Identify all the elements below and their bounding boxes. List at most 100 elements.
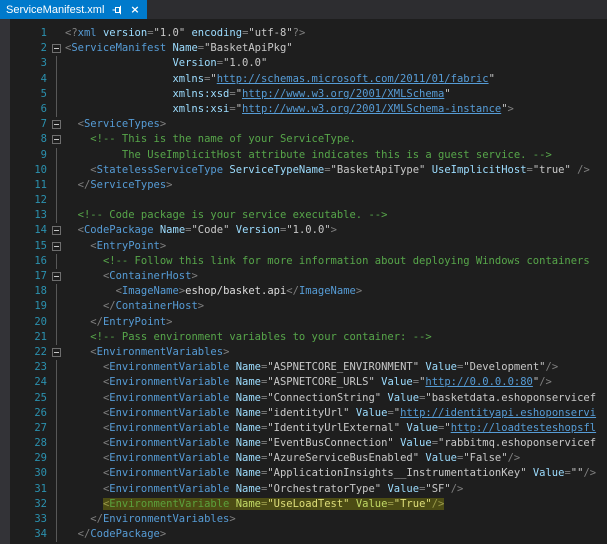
code-line[interactable]: 24 <EnvironmentVariable Name="ASPNETCORE… — [0, 375, 607, 390]
code-line[interactable]: 6 xmlns:xsi="http://www.w3.org/2001/XMLS… — [0, 102, 607, 117]
code-token: ImageName — [299, 285, 356, 297]
line-number: 18 — [0, 284, 47, 299]
fold-collapse-icon[interactable] — [52, 348, 61, 357]
line-number: 26 — [0, 406, 47, 421]
line-number: 17 — [0, 269, 47, 284]
code-token: > — [508, 103, 514, 115]
code-token: ContainerHost — [116, 300, 198, 312]
code-line[interactable]: 4 xmlns="http://schemas.microsoft.com/20… — [0, 72, 607, 87]
code-line[interactable]: 30 <EnvironmentVariable Name="Applicatio… — [0, 466, 607, 481]
code-token: "OrchestratorType" — [267, 483, 381, 495]
outlining-margin — [47, 117, 65, 132]
fold-collapse-icon[interactable] — [52, 272, 61, 281]
code-line[interactable]: 28 <EnvironmentVariable Name="EventBusCo… — [0, 436, 607, 451]
code-line[interactable]: 20 </EntryPoint> — [0, 315, 607, 330]
code-line[interactable]: 33 </EnvironmentVariables> — [0, 512, 607, 527]
code-text: <?xml version="1.0" encoding="utf-8"?> — [65, 26, 607, 41]
code-token: EnvironmentVariable — [109, 483, 229, 495]
fold-collapse-icon[interactable] — [52, 226, 61, 235]
code-token: "rabbitmq.eshoponservicef — [438, 437, 596, 449]
tab-servicemanifest[interactable]: ServiceManifest.xml × — [0, 0, 147, 19]
code-line[interactable]: 17 <ContainerHost> — [0, 269, 607, 284]
fold-guide-line — [56, 421, 57, 436]
line-number: 15 — [0, 239, 47, 254]
code-line[interactable]: 27 <EnvironmentVariable Name="IdentityUr… — [0, 421, 607, 436]
code-line[interactable]: 12 — [0, 193, 607, 208]
code-token: " — [444, 88, 450, 100]
fold-collapse-icon[interactable] — [52, 135, 61, 144]
line-number: 34 — [0, 527, 47, 542]
outlining-margin — [47, 163, 65, 178]
code-line[interactable]: 22 <EnvironmentVariables> — [0, 345, 607, 360]
code-editor[interactable]: 1<?xml version="1.0" encoding="utf-8"?>2… — [0, 19, 607, 544]
code-line[interactable]: 23 <EnvironmentVariable Name="ASPNETCORE… — [0, 360, 607, 375]
code-line[interactable]: 11 </ServiceTypes> — [0, 178, 607, 193]
code-line[interactable]: 7 <ServiceTypes> — [0, 117, 607, 132]
fold-guide-line — [56, 102, 57, 117]
code-token — [65, 316, 90, 328]
code-line[interactable]: 8 <!-- This is the name of your ServiceT… — [0, 132, 607, 147]
outlining-margin — [47, 87, 65, 102]
code-area[interactable]: 1<?xml version="1.0" encoding="utf-8"?>2… — [0, 19, 607, 542]
code-token — [65, 513, 90, 525]
outlining-margin — [47, 56, 65, 71]
code-line[interactable]: 3 Version="1.0.0" — [0, 56, 607, 71]
code-line[interactable]: 13 <!-- Code package is your service exe… — [0, 208, 607, 223]
code-line[interactable]: 18 <ImageName>eshop/basket.api</ImageNam… — [0, 284, 607, 299]
code-line[interactable]: 26 <EnvironmentVariable Name="identityUr… — [0, 406, 607, 421]
code-line[interactable]: 1<?xml version="1.0" encoding="utf-8"?> — [0, 26, 607, 41]
code-token: Value — [406, 422, 438, 434]
code-token: /> — [577, 164, 590, 176]
code-token: Name — [236, 498, 261, 510]
code-token — [65, 452, 103, 464]
code-line[interactable]: 34 </CodePackage> — [0, 527, 607, 542]
code-token: http://www.w3.org/2001/XMLSchema-instanc… — [242, 103, 501, 115]
outlining-margin — [47, 375, 65, 390]
code-token: Value — [425, 361, 457, 373]
code-token: </ — [90, 513, 103, 525]
pin-icon[interactable] — [112, 5, 122, 15]
code-token: http://www.w3.org/2001/XMLSchema — [242, 88, 444, 100]
code-line[interactable]: 15 <EntryPoint> — [0, 239, 607, 254]
code-text: <ContainerHost> — [65, 269, 607, 284]
code-token: "Code" — [191, 224, 229, 236]
line-number: 7 — [0, 117, 47, 132]
code-line[interactable]: 5 xmlns:xsd="http://www.w3.org/2001/XMLS… — [0, 87, 607, 102]
code-line[interactable]: 10 <StatelessServiceType ServiceTypeName… — [0, 163, 607, 178]
code-token — [65, 407, 103, 419]
code-text: </ContainerHost> — [65, 299, 607, 314]
code-line[interactable]: 2<ServiceManifest Name="BasketApiPkg" — [0, 41, 607, 56]
code-line[interactable]: 21 <!-- Pass environment variables to yo… — [0, 330, 607, 345]
code-token: http://loadtesteshopsfl — [451, 422, 596, 434]
fold-guide-line — [56, 315, 57, 330]
fold-collapse-icon[interactable] — [52, 44, 61, 53]
code-token: Version — [172, 57, 216, 69]
code-line[interactable]: 14 <CodePackage Name="Code" Version="1.0… — [0, 223, 607, 238]
line-number: 4 — [0, 72, 47, 87]
code-line[interactable]: 16 <!-- Follow this link for more inform… — [0, 254, 607, 269]
code-line[interactable]: 31 <EnvironmentVariable Name="Orchestrat… — [0, 482, 607, 497]
code-token: Name — [236, 376, 261, 388]
code-token: > — [191, 270, 197, 282]
code-text: <EnvironmentVariable Name="ASPNETCORE_UR… — [65, 375, 607, 390]
code-token: EntryPoint — [97, 240, 160, 252]
code-token: > — [166, 316, 172, 328]
close-icon[interactable]: × — [130, 4, 139, 15]
code-line[interactable]: 9 The UseImplicitHost attribute indicate… — [0, 148, 607, 163]
code-token: Name — [236, 422, 261, 434]
code-line[interactable]: 29 <EnvironmentVariable Name="AzureServi… — [0, 451, 607, 466]
line-number: 29 — [0, 451, 47, 466]
fold-guide-line — [56, 254, 57, 269]
code-token: Name — [236, 483, 261, 495]
code-token: ImageName — [122, 285, 179, 297]
code-text: </EntryPoint> — [65, 315, 607, 330]
fold-guide-line — [56, 497, 57, 512]
fold-collapse-icon[interactable] — [52, 120, 61, 129]
fold-collapse-icon[interactable] — [52, 242, 61, 251]
code-line[interactable]: 25 <EnvironmentVariable Name="Connection… — [0, 391, 607, 406]
code-token: Name — [172, 42, 197, 54]
code-line[interactable]: 32 <EnvironmentVariable Name="UseLoadTes… — [0, 497, 607, 512]
line-number: 11 — [0, 178, 47, 193]
code-line[interactable]: 19 </ContainerHost> — [0, 299, 607, 314]
line-number: 8 — [0, 132, 47, 147]
